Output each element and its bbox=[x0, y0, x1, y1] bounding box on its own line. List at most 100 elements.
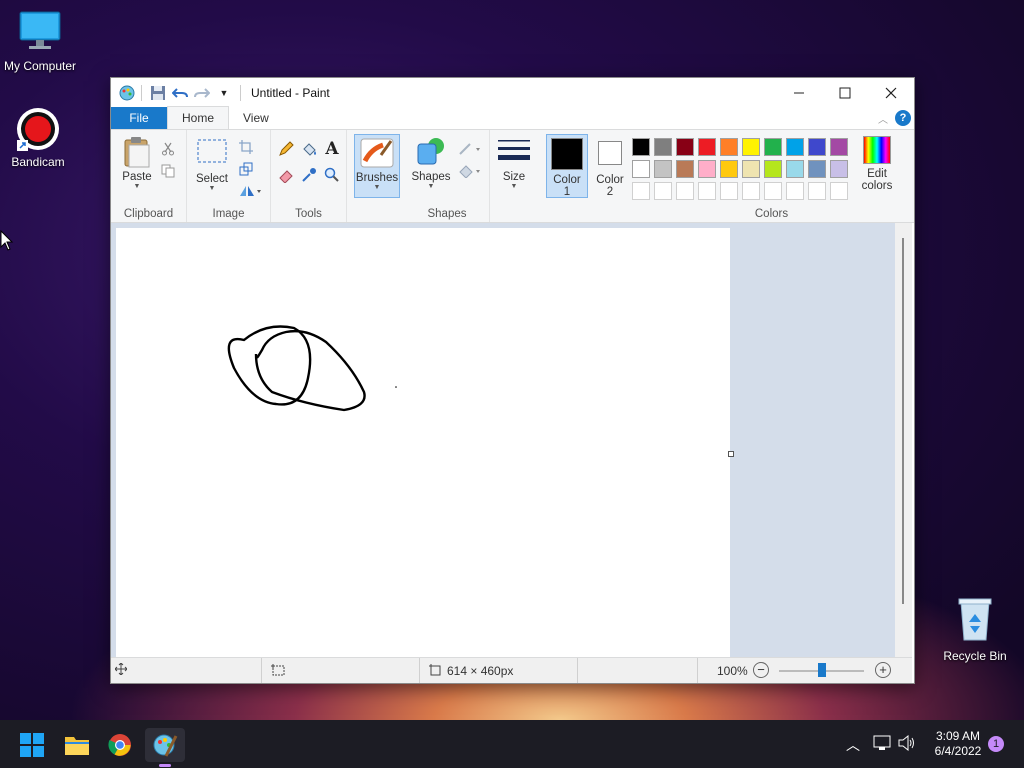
desktop-icon-bandicam[interactable]: Bandicam bbox=[0, 106, 78, 169]
color-swatch[interactable] bbox=[698, 160, 716, 178]
paint-app-icon bbox=[117, 83, 137, 103]
color-swatch[interactable] bbox=[676, 160, 694, 178]
custom-color-slot[interactable] bbox=[698, 182, 716, 200]
brush-icon bbox=[360, 138, 394, 168]
custom-color-slot[interactable] bbox=[786, 182, 804, 200]
size-button[interactable]: Size ▼ bbox=[495, 136, 533, 190]
fill-icon[interactable] bbox=[300, 140, 318, 158]
chrome-button[interactable] bbox=[100, 728, 140, 762]
notification-badge[interactable]: 1 bbox=[988, 736, 1004, 752]
canvas-workspace bbox=[111, 223, 912, 657]
cursor-position-icon bbox=[114, 662, 128, 678]
color-swatch[interactable] bbox=[676, 138, 694, 156]
custom-color-slot[interactable] bbox=[764, 182, 782, 200]
scroll-thumb[interactable] bbox=[902, 238, 904, 604]
magnifier-icon[interactable] bbox=[323, 166, 341, 184]
tab-home[interactable]: Home bbox=[167, 106, 230, 129]
color-swatch[interactable] bbox=[720, 160, 738, 178]
brushes-button[interactable]: Brushes ▼ bbox=[354, 134, 400, 198]
edit-colors-button[interactable]: Edit colors bbox=[855, 136, 899, 192]
canvas-resize-handle[interactable] bbox=[728, 451, 734, 457]
canvas-size-text: 614 × 460px bbox=[447, 664, 514, 678]
color-swatch[interactable] bbox=[742, 160, 760, 178]
customize-quick-access-icon[interactable]: ▼ bbox=[214, 83, 234, 103]
custom-color-slot[interactable] bbox=[742, 182, 760, 200]
color2-button[interactable]: Color 2 bbox=[590, 135, 630, 198]
color-swatch[interactable] bbox=[720, 138, 738, 156]
file-explorer-button[interactable] bbox=[57, 728, 97, 762]
shape-fill-icon[interactable] bbox=[457, 162, 483, 180]
color-swatch[interactable] bbox=[742, 138, 760, 156]
color-swatch[interactable] bbox=[764, 138, 782, 156]
color-swatch[interactable] bbox=[654, 138, 672, 156]
custom-color-slot[interactable] bbox=[830, 182, 848, 200]
zoom-slider-thumb[interactable] bbox=[817, 663, 826, 677]
start-button[interactable] bbox=[12, 728, 52, 762]
zoom-out-button[interactable]: − bbox=[753, 662, 769, 678]
chevron-down-icon: ▼ bbox=[510, 183, 518, 190]
cut-icon[interactable] bbox=[159, 140, 177, 158]
shapes-button[interactable]: Shapes ▼ bbox=[409, 136, 453, 190]
pencil-icon[interactable] bbox=[277, 140, 295, 158]
tab-view[interactable]: View bbox=[229, 107, 283, 129]
show-hidden-icons-icon[interactable]: ︿ bbox=[846, 735, 860, 755]
desktop-icon-label: Bandicam bbox=[11, 155, 65, 169]
maximize-button[interactable] bbox=[822, 78, 868, 107]
color-swatch[interactable] bbox=[632, 138, 650, 156]
undo-icon[interactable] bbox=[170, 83, 190, 103]
outline-icon[interactable] bbox=[457, 140, 483, 158]
desktop-icon-my-computer[interactable]: My Computer bbox=[0, 10, 80, 73]
custom-color-slot[interactable] bbox=[808, 182, 826, 200]
custom-color-slot[interactable] bbox=[720, 182, 738, 200]
color-swatch[interactable] bbox=[786, 160, 804, 178]
chevron-down-icon: ▼ bbox=[208, 185, 216, 192]
crop-icon[interactable] bbox=[237, 138, 255, 156]
group-image: Select ▼ Image bbox=[187, 130, 271, 222]
select-button[interactable]: Select ▼ bbox=[191, 138, 233, 192]
custom-color-slot[interactable] bbox=[654, 182, 672, 200]
paint-taskbar-button[interactable] bbox=[145, 728, 185, 767]
color1-button[interactable]: Color 1 bbox=[546, 134, 588, 198]
copy-icon[interactable] bbox=[159, 162, 177, 180]
text-icon[interactable]: A bbox=[323, 139, 341, 159]
color-swatch[interactable] bbox=[698, 138, 716, 156]
color-swatch[interactable] bbox=[808, 138, 826, 156]
color-swatch[interactable] bbox=[764, 160, 782, 178]
help-icon[interactable]: ? bbox=[895, 110, 911, 126]
custom-color-slot[interactable] bbox=[632, 182, 650, 200]
rotate-icon[interactable] bbox=[237, 182, 263, 200]
drawing-canvas[interactable] bbox=[116, 228, 730, 657]
group-label: Colors bbox=[754, 208, 789, 220]
zoom-in-button[interactable]: + bbox=[875, 662, 891, 678]
paste-button[interactable]: Paste ▼ bbox=[117, 136, 157, 190]
color-picker-icon[interactable] bbox=[300, 166, 318, 184]
shapes-label: Shapes bbox=[411, 171, 451, 183]
color-swatch[interactable] bbox=[830, 138, 848, 156]
collapse-ribbon-icon[interactable]: ︿ bbox=[878, 111, 888, 126]
color1-swatch bbox=[551, 138, 583, 170]
vertical-scrollbar[interactable] bbox=[895, 223, 912, 657]
color-swatch[interactable] bbox=[830, 160, 848, 178]
network-icon[interactable] bbox=[873, 735, 891, 754]
clock-date: 6/4/2022 bbox=[934, 744, 982, 758]
color-swatch[interactable] bbox=[632, 160, 650, 178]
resize-icon[interactable] bbox=[237, 160, 255, 178]
desktop-icon-recycle-bin[interactable]: Recycle Bin bbox=[935, 596, 1015, 663]
eraser-icon[interactable] bbox=[277, 166, 295, 184]
redo-icon[interactable] bbox=[192, 83, 212, 103]
size-label: Size bbox=[502, 171, 526, 183]
save-icon[interactable] bbox=[148, 83, 168, 103]
canvas-size-icon bbox=[429, 664, 441, 679]
color-swatch[interactable] bbox=[654, 160, 672, 178]
color-swatch[interactable] bbox=[808, 160, 826, 178]
tab-file[interactable]: File bbox=[111, 107, 167, 129]
zoom-slider[interactable] bbox=[779, 663, 864, 677]
close-button[interactable] bbox=[868, 78, 914, 107]
color-swatch[interactable] bbox=[786, 138, 804, 156]
title-bar[interactable]: ▼ Untitled - Paint bbox=[111, 78, 914, 107]
group-label: Tools bbox=[295, 208, 322, 220]
volume-icon[interactable] bbox=[898, 734, 916, 754]
minimize-button[interactable] bbox=[776, 78, 822, 107]
clock[interactable]: 3:09 AM 6/4/2022 bbox=[928, 729, 988, 759]
custom-color-slot[interactable] bbox=[676, 182, 694, 200]
